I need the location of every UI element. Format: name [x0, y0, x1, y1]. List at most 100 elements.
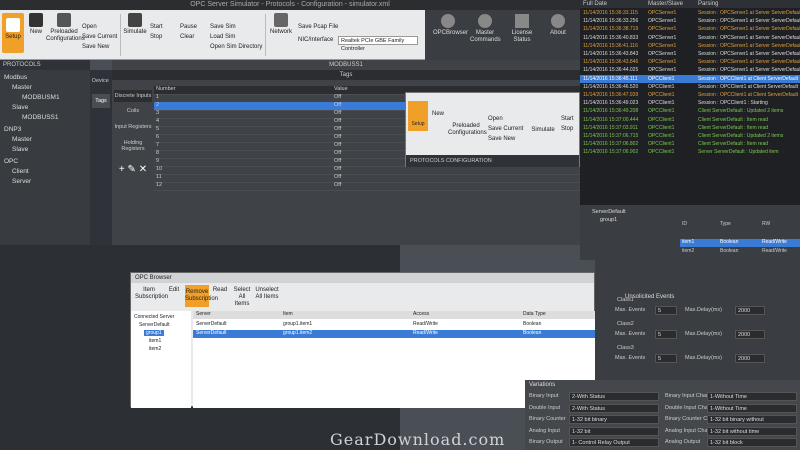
cell-item: group1.item2	[283, 330, 313, 336]
table-row-selected[interactable]: ServerDefault group1.item2 Read/Write Bo…	[193, 330, 596, 338]
license-status-button[interactable]: License Status	[507, 14, 537, 44]
overlay-save-new-button[interactable]: Save New	[488, 135, 515, 143]
log-row[interactable]: 11/14/2016 15:36:46.520 OPCClient1 Session…	[580, 83, 800, 91]
about-button[interactable]: About	[543, 14, 573, 37]
variation-select[interactable]: 1-32 bit binary	[569, 415, 659, 424]
variation-select[interactable]: 1- Control Relay Output	[569, 438, 659, 447]
pause-button[interactable]: Pause	[180, 23, 197, 31]
save-current-button[interactable]: Save Current	[82, 33, 117, 41]
tree-item-dnp3-slave[interactable]: Slave	[12, 146, 28, 153]
variation-select[interactable]: 1-Without Time	[707, 392, 797, 401]
overlay-save-current-button[interactable]: Save Current	[488, 125, 523, 133]
log-row[interactable]: 11/14/2016 15:37:06.715 OPCClient1 Client …	[580, 132, 800, 140]
overlay-start-button[interactable]: Start	[561, 115, 574, 123]
log-row[interactable]: 11/14/2016 15:37:06.902 OPCClient1 Server …	[580, 148, 800, 156]
variation-select[interactable]: 2-With Status	[569, 403, 659, 413]
log-row[interactable]: 11/14/2016 15:36:47.939 OPCClient1 Session…	[580, 91, 800, 99]
log-row-selected[interactable]: 11/14/2016 15:36:45.111 OPCClient1 Session…	[580, 74, 800, 83]
stop-button[interactable]: Stop	[150, 33, 162, 41]
save-pcap-button[interactable]: Save Pcap File	[298, 23, 338, 31]
tree-item1[interactable]: item1	[149, 338, 161, 344]
tree-item-opc-server[interactable]: Server	[12, 178, 31, 185]
log-row[interactable]: 11/14/2016 15:37:00.444 OPCClient1 Client …	[580, 116, 800, 124]
log-row[interactable]: 11/14/2016 15:37:06.802 OPCClient1 Client …	[580, 140, 800, 148]
log-row[interactable]: 11/14/2016 15:36:43.846 OPCServer1 Session…	[580, 58, 800, 66]
item-subscription-button[interactable]: Item Subscription	[135, 287, 168, 301]
max-delay-input[interactable]: 2000	[735, 354, 765, 363]
preloaded-configurations-button[interactable]: Preloaded Configurations	[46, 13, 85, 43]
variation-select[interactable]: 1-Without Time	[707, 403, 797, 413]
overlay-new-button[interactable]: New	[430, 111, 446, 118]
tab-tags[interactable]: Tags	[92, 94, 110, 108]
log-row[interactable]: 11/14/2016 15:36:40.833 OPCServer1 Session…	[580, 34, 800, 42]
open-button[interactable]: Open	[82, 23, 97, 31]
log-row[interactable]: 11/14/2016 15:36:33.115 OPCServer1 Session…	[580, 9, 800, 17]
network-button[interactable]: Network	[268, 13, 294, 36]
table-row[interactable]: 12 Off	[154, 182, 580, 191]
load-sim-button[interactable]: Load Sim	[210, 33, 235, 41]
variation-select[interactable]: 2-With Status	[569, 392, 659, 401]
log-row[interactable]: 11/14/2016 15:36:49.023 OPCClient1 Session…	[580, 99, 800, 107]
log-row[interactable]: 11/14/2016 15:36:49.208 OPCClient1 Client …	[580, 107, 800, 115]
tree-item-dnp3-master[interactable]: Master	[12, 136, 32, 143]
tree-item-opc[interactable]: OPC	[4, 158, 18, 165]
select-all-items-button[interactable]: Select All Items	[231, 287, 253, 308]
overlay-stop-button[interactable]: Stop	[561, 125, 573, 133]
tree-item2[interactable]: item2	[149, 346, 161, 352]
tree-connected-server[interactable]: Connected Server	[134, 314, 174, 320]
log-row[interactable]: 11/14/2016 15:36:43.843 OPCServer1 Session…	[580, 50, 800, 58]
new-button[interactable]: New	[26, 13, 46, 36]
tree-server-default[interactable]: ServerDefault	[139, 322, 170, 328]
overlay-open-button[interactable]: Open	[488, 115, 503, 123]
log-row[interactable]: 11/14/2016 15:36:44.025 OPCServer1 Session…	[580, 66, 800, 74]
list-item-coils[interactable]: Coils	[114, 108, 152, 114]
nic-interface-select[interactable]: Realtek PCIe GBE Family Controller	[338, 36, 418, 52]
variation-select[interactable]: 1-32 bit binary without	[707, 415, 797, 424]
simulate-button[interactable]: Simulate	[123, 13, 147, 36]
log-row[interactable]: 11/14/2016 15:36:41.116 OPCServer1 Session…	[580, 42, 800, 50]
list-item-input-registers[interactable]: Input Registers	[114, 124, 152, 130]
save-new-button[interactable]: Save New	[82, 43, 109, 51]
clear-button[interactable]: Clear	[180, 33, 194, 41]
variation-select[interactable]: 1-32 bit without time	[707, 426, 797, 436]
server-node[interactable]: ServerDefault	[592, 209, 626, 215]
max-delay-input[interactable]: 2000	[735, 330, 765, 339]
list-item-holding-registers[interactable]: Holding Registers	[114, 140, 152, 152]
opc-browser-button[interactable]: OPCBrowser	[433, 14, 468, 37]
open-sim-directory-button[interactable]: Open Sim Directory	[210, 43, 262, 51]
tree-item-opc-client[interactable]: Client	[12, 168, 29, 175]
edit-button[interactable]: Edit	[165, 287, 183, 294]
save-sim-button[interactable]: Save Sim	[210, 23, 236, 31]
max-events-input[interactable]: 5	[655, 306, 677, 315]
log-row[interactable]: 11/14/2016 15:36:33.256 OPCServer1 Session…	[580, 17, 800, 25]
group-node[interactable]: group1	[600, 217, 617, 223]
table-row[interactable]: ServerDefault group1.item1 Read/Write Bo…	[193, 321, 596, 329]
unselect-all-items-button[interactable]: Unselect All Items	[255, 287, 279, 301]
tree-item-modbus[interactable]: Modbus	[4, 74, 27, 81]
overlay-setup-button[interactable]: Setup	[408, 101, 428, 131]
tree-item-modbus-slave[interactable]: Slave	[12, 104, 28, 111]
table-row[interactable]: item2 Boolean Read/Write	[680, 248, 800, 256]
remove-subscription-button[interactable]: Remove Subscription	[185, 285, 218, 307]
tree-group1[interactable]: group1	[144, 330, 164, 336]
overlay-simulate-button[interactable]: Simulate	[531, 127, 555, 134]
list-item-discrete-inputs[interactable]: Discrete Inputs	[114, 90, 152, 102]
max-events-input[interactable]: 5	[655, 354, 677, 363]
log-row[interactable]: 11/14/2016 15:37:03.911 OPCClient1 Client …	[580, 124, 800, 132]
read-button[interactable]: Read	[211, 287, 229, 294]
variation-select[interactable]: 1-32 bit block	[707, 438, 797, 447]
max-events-input[interactable]: 5	[655, 330, 677, 339]
overlay-preloaded-button[interactable]: Preloaded Configurations	[448, 123, 487, 137]
log-row[interactable]: 11/14/2016 15:36:38.719 OPCServer1 Session…	[580, 25, 800, 33]
tree-item-modbuss1[interactable]: MODBUSS1	[22, 114, 58, 121]
max-delay-input[interactable]: 2000	[735, 306, 765, 315]
tree-item-dnp3[interactable]: DNP3	[4, 126, 21, 133]
setup-button[interactable]: Setup	[2, 13, 24, 53]
add-remove-icons[interactable]: + ✎ ✕	[114, 164, 152, 175]
master-commands-button[interactable]: Master Commands	[470, 14, 501, 44]
tree-item-modbusm1[interactable]: MODBUSM1	[22, 94, 60, 101]
start-button[interactable]: Start	[150, 23, 163, 31]
tree-item-modbus-master[interactable]: Master	[12, 84, 32, 91]
table-row-selected[interactable]: item1 Boolean Read/Write	[680, 239, 800, 247]
variation-select[interactable]: 1-32 bit	[569, 426, 659, 436]
